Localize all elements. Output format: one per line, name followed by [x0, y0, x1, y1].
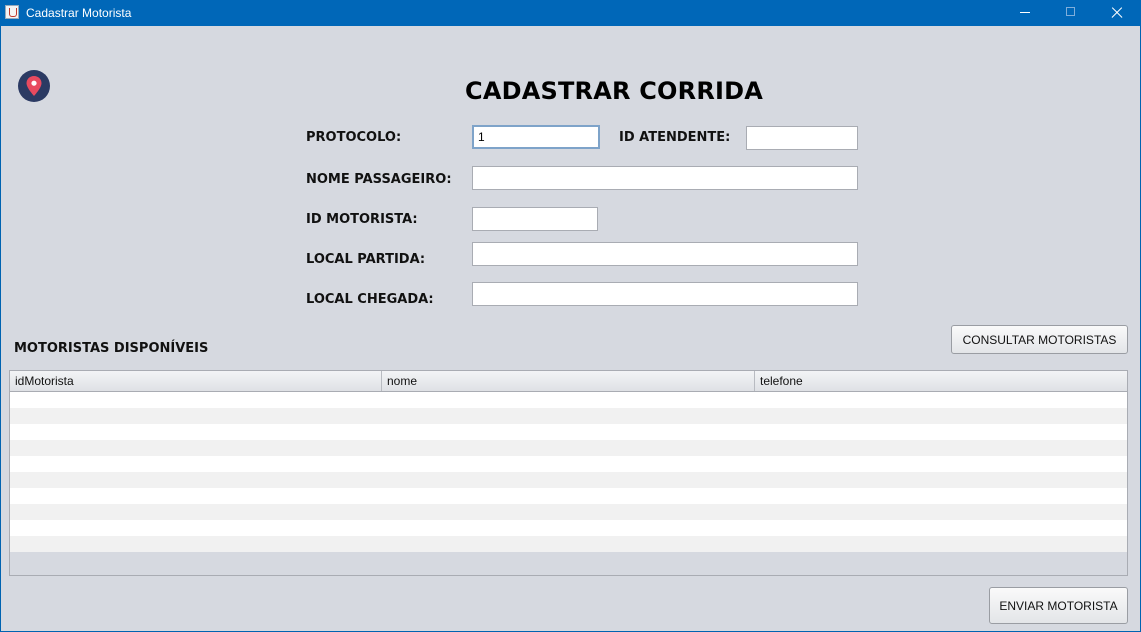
close-button[interactable] [1094, 0, 1140, 26]
map-pin-icon [18, 70, 50, 102]
id-atendente-field[interactable] [746, 126, 858, 150]
local-chegada-field[interactable] [472, 282, 858, 306]
column-header-idmotorista[interactable]: idMotorista [10, 371, 382, 391]
empty-row-stripe [10, 472, 1127, 488]
protocolo-field[interactable] [472, 125, 600, 149]
motoristas-table[interactable]: idMotorista nome telefone [9, 370, 1128, 576]
nome-passageiro-label: NOME PASSAGEIRO: [306, 172, 452, 187]
id-motorista-field[interactable] [472, 207, 598, 231]
empty-row-stripe [10, 520, 1127, 536]
local-chegada-label: LOCAL CHEGADA: [306, 292, 434, 307]
id-motorista-label: ID MOTORISTA: [306, 212, 418, 227]
empty-row-stripe [10, 424, 1127, 440]
empty-row-stripe [10, 536, 1127, 552]
table-header: idMotorista nome telefone [10, 371, 1127, 392]
window-title: Cadastrar Motorista [26, 6, 132, 20]
motoristas-section-label: MOTORISTAS DISPONÍVEIS [14, 341, 209, 356]
column-header-telefone[interactable]: telefone [755, 371, 1127, 391]
nome-passageiro-field[interactable] [472, 166, 858, 190]
id-atendente-label: ID ATENDENTE: [619, 130, 731, 145]
column-header-nome[interactable]: nome [382, 371, 755, 391]
empty-row-stripe [10, 456, 1127, 472]
local-partida-field[interactable] [472, 242, 858, 266]
empty-row-stripe [10, 392, 1127, 408]
consultar-motoristas-button[interactable]: CONSULTAR MOTORISTAS [951, 325, 1128, 354]
empty-row-stripe [10, 408, 1127, 424]
empty-row-stripe [10, 488, 1127, 504]
empty-row-stripe [10, 504, 1127, 520]
page-title: CADASTRAR CORRIDA [465, 77, 764, 105]
window-content: CADASTRAR CORRIDA PROTOCOLO: ID ATENDENT… [1, 26, 1140, 631]
empty-row-stripe [10, 440, 1127, 456]
local-partida-label: LOCAL PARTIDA: [306, 252, 426, 267]
title-bar: Cadastrar Motorista [0, 0, 1141, 26]
minimize-button[interactable] [1002, 0, 1048, 26]
enviar-motorista-button[interactable]: ENVIAR MOTORISTA [989, 587, 1128, 624]
protocolo-label: PROTOCOLO: [306, 130, 402, 145]
maximize-button[interactable] [1048, 0, 1094, 26]
java-cup-icon [5, 5, 19, 19]
table-body [10, 392, 1127, 552]
